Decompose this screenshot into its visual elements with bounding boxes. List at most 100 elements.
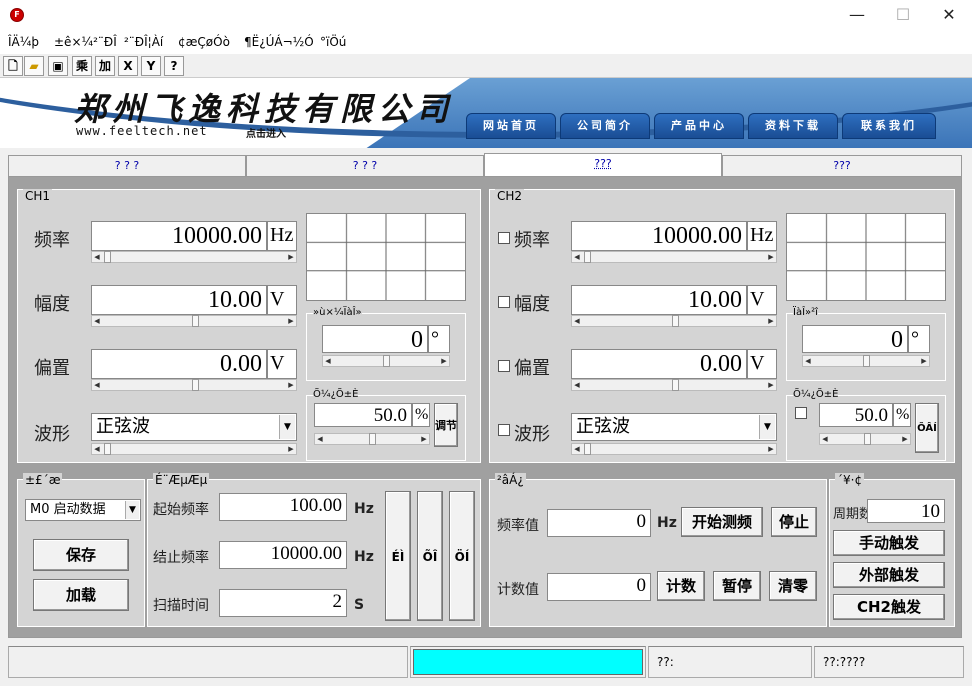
menu-wave-edit[interactable]: ²¨ÐÎ¦Àí: [124, 33, 163, 51]
app-icon: F: [10, 8, 24, 22]
storage-title: ±£´æ: [23, 473, 63, 487]
maximize-button[interactable]: ☐: [880, 0, 926, 30]
ch1-duty-adjust-button[interactable]: 调节: [434, 403, 458, 447]
tab-4[interactable]: ???: [722, 155, 962, 177]
sweep-time-field[interactable]: 2: [219, 589, 347, 617]
ch2-offset-unit: V: [747, 349, 777, 379]
minimize-button[interactable]: —: [834, 0, 880, 30]
ch1-amp-field[interactable]: 10.00: [91, 285, 267, 315]
ch2-freq-label: 频率: [514, 230, 550, 251]
ch1-amp-slider[interactable]: ◀ ▶: [91, 315, 297, 327]
nav-home[interactable]: 网站首页: [466, 113, 556, 139]
nav-about[interactable]: 公司简介: [560, 113, 650, 139]
ch1-offset-label: 偏置: [34, 358, 70, 379]
ch2-duty-adjust-button[interactable]: ÕÂÍ: [915, 403, 939, 453]
ch2-amp-slider[interactable]: ◀ ▶: [571, 315, 777, 327]
ch2-duty-checkbox[interactable]: [795, 407, 807, 419]
pause-button[interactable]: 暂停: [713, 571, 761, 601]
ch1-amp-unit: V: [267, 285, 297, 315]
ch1-offset-slider[interactable]: ◀ ▶: [91, 379, 297, 391]
ch1-duty-title: Õ¼¿Õ±È: [313, 389, 359, 400]
measure-freq-field[interactable]: 0: [547, 509, 651, 537]
load-button[interactable]: 加载: [33, 579, 129, 611]
ch2-trigger-button[interactable]: CH2触发: [833, 594, 945, 620]
ch1-phase-field[interactable]: 0: [322, 325, 428, 353]
ch2-phase-slider[interactable]: ◀ ▶: [802, 355, 930, 367]
multiply-button[interactable]: 乘: [72, 56, 92, 76]
sweep-button-3[interactable]: ÖÍ: [449, 491, 475, 621]
ch1-amp-label: 幅度: [34, 294, 70, 315]
website-enter-link[interactable]: 点击进入: [246, 125, 286, 140]
menu-bar: ÎÄ¼þ ±ê×¼²¨ÐÎ ²¨ÐÎ¦Àí ¢æÇøÓò ¶Ë¿ÚÁ¬½Ó °ï…: [0, 30, 972, 54]
manual-trigger-button[interactable]: 手动触发: [833, 530, 945, 556]
ch2-wave-checkbox[interactable]: [498, 424, 510, 436]
ch1-phase-slider[interactable]: ◀ ▶: [322, 355, 450, 367]
sweep-button-1[interactable]: ÉÌ: [385, 491, 411, 621]
ch1-wave-slider[interactable]: ◀ ▶: [91, 443, 297, 455]
ch2-scope: [786, 213, 946, 301]
ch2-phase-field[interactable]: 0: [802, 325, 908, 353]
ch1-duty-slider[interactable]: ◀ ▶: [314, 433, 430, 445]
status-pane-1: [8, 646, 408, 678]
y-button[interactable]: Y: [141, 56, 161, 76]
chevron-down-icon: ▼: [279, 415, 295, 439]
nav-products[interactable]: 产品中心: [654, 113, 744, 139]
ch2-freq-unit: Hz: [747, 221, 777, 251]
ch1-freq-slider[interactable]: ◀ ▶: [91, 251, 297, 263]
ch1-wave-select[interactable]: 正弦波 ▼: [91, 413, 297, 441]
save-disk-icon[interactable]: ▣: [48, 56, 68, 76]
ch2-offset-checkbox[interactable]: [498, 360, 510, 372]
external-trigger-button[interactable]: 外部触发: [833, 562, 945, 588]
ch1-duty-field[interactable]: 50.0: [314, 403, 412, 427]
ch2-amp-checkbox[interactable]: [498, 296, 510, 308]
ch1-offset-field[interactable]: 0.00: [91, 349, 267, 379]
tab-2[interactable]: ? ? ?: [246, 155, 484, 177]
count-button[interactable]: 计数: [657, 571, 705, 601]
x-button[interactable]: X: [118, 56, 138, 76]
ch2-offset-label: 偏置: [514, 358, 550, 379]
clear-button[interactable]: 清零: [769, 571, 817, 601]
menu-area[interactable]: ¢æÇøÓò: [178, 33, 230, 51]
add-button[interactable]: 加: [95, 56, 115, 76]
menu-port[interactable]: ¶Ë¿ÚÁ¬½Ó: [244, 33, 314, 51]
stop-measure-button[interactable]: 停止: [771, 507, 817, 537]
sweep-start-unit: Hz: [354, 501, 374, 517]
sweep-start-field[interactable]: 100.00: [219, 493, 347, 521]
ch2-freq-checkbox[interactable]: [498, 232, 510, 244]
ch2-duty-field[interactable]: 50.0: [819, 403, 893, 427]
menu-standard-wave[interactable]: ±ê×¼²¨ÐÎ: [54, 33, 117, 51]
ch1-freq-field[interactable]: 10000.00: [91, 221, 267, 251]
tab-1[interactable]: ? ? ?: [8, 155, 246, 177]
menu-file[interactable]: ÎÄ¼þ: [8, 33, 39, 51]
save-button[interactable]: 保存: [33, 539, 129, 571]
close-button[interactable]: ✕: [926, 0, 972, 30]
ch2-amp-field[interactable]: 10.00: [571, 285, 747, 315]
ch2-wave-select[interactable]: 正弦波 ▼: [571, 413, 777, 441]
storage-slot-select[interactable]: M0 启动数据 ▼: [25, 499, 141, 521]
sweep-stop-field[interactable]: 10000.00: [219, 541, 347, 569]
nav-contact[interactable]: 联系我们: [842, 113, 936, 139]
period-field[interactable]: 10: [867, 499, 945, 523]
ch1-phase-unit: °: [428, 325, 450, 353]
measure-count-label: 计数值: [497, 582, 539, 598]
context-help-icon[interactable]: ?: [164, 56, 184, 76]
start-measure-button[interactable]: 开始测频: [681, 507, 763, 537]
website-link[interactable]: www.feeltech.net: [76, 124, 208, 138]
ch2-offset-slider[interactable]: ◀ ▶: [571, 379, 777, 391]
menu-help[interactable]: °ïÖú: [320, 33, 346, 51]
sweep-time-unit: S: [354, 597, 365, 613]
ch1-offset-unit: V: [267, 349, 297, 379]
measure-count-field[interactable]: 0: [547, 573, 651, 601]
ch2-wave-slider[interactable]: ◀ ▶: [571, 443, 777, 455]
ch2-freq-slider[interactable]: ◀ ▶: [571, 251, 777, 263]
ch2-duty-slider[interactable]: ◀ ▶: [819, 433, 911, 445]
ch2-offset-field[interactable]: 0.00: [571, 349, 747, 379]
sweep-stop-unit: Hz: [354, 549, 374, 565]
open-folder-icon[interactable]: ▰: [24, 56, 44, 76]
tab-3[interactable]: ???: [484, 153, 722, 177]
sweep-button-2[interactable]: ÕÎ: [417, 491, 443, 621]
new-file-icon[interactable]: 🗋: [3, 56, 23, 76]
nav-downloads[interactable]: 资料下载: [748, 113, 838, 139]
chevron-down-icon: ▼: [125, 501, 139, 519]
ch2-freq-field[interactable]: 10000.00: [571, 221, 747, 251]
